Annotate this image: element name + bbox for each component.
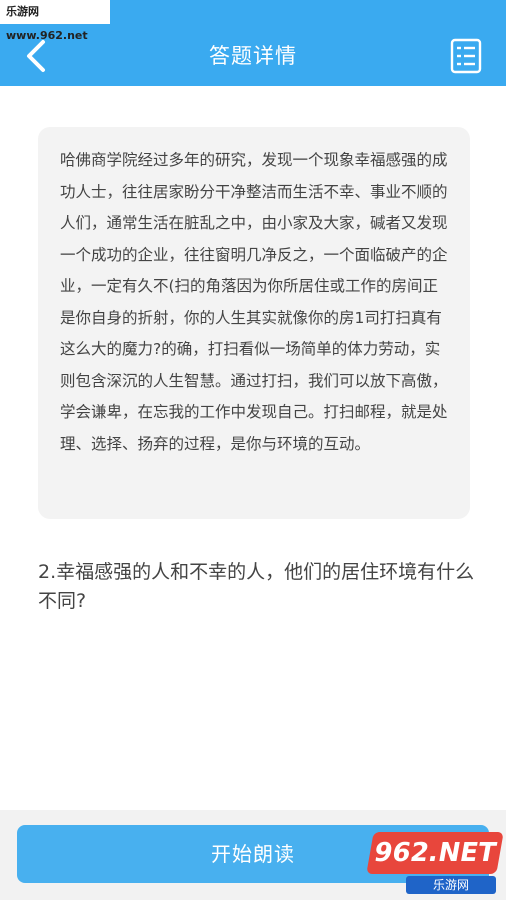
passage-card: 哈佛商学院经过多年的研究，发现一个现象幸福感强的成功人士，往往居家盼分干净整洁而… (38, 127, 470, 519)
document-list-icon (450, 38, 482, 74)
watermark-top: 乐游网 www.962.net (0, 0, 110, 42)
list-button[interactable] (450, 38, 482, 74)
watermark-logo: 962.NET 乐游网 (366, 832, 504, 896)
watermark-badge: 962.NET (366, 832, 504, 874)
passage-text: 哈佛商学院经过多年的研究，发现一个现象幸福感强的成功人士，往往居家盼分干净整洁而… (60, 151, 448, 453)
question-text: 2.幸福感强的人和不幸的人，他们的居住环境有什么不同? (38, 561, 475, 612)
watermark-sub: 乐游网 (406, 876, 496, 894)
